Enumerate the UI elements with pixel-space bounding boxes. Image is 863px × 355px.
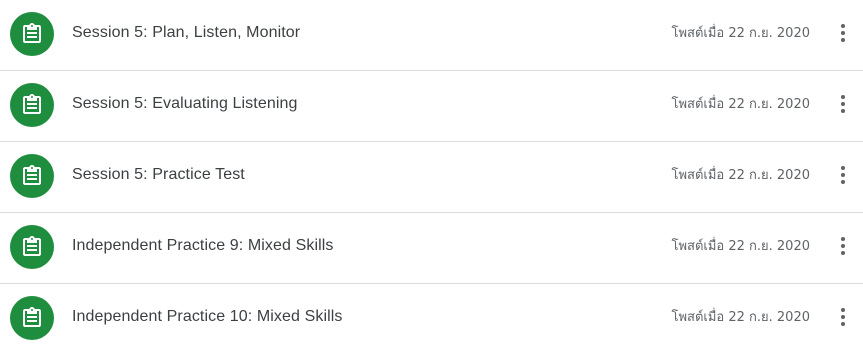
list-item[interactable]: Session 5: Evaluating Listening โพสต์เมื… <box>0 71 863 142</box>
item-title: Independent Practice 9: Mixed Skills <box>72 237 334 254</box>
item-title: Session 5: Plan, Listen, Monitor <box>72 24 301 41</box>
more-options-button[interactable] <box>831 21 855 45</box>
more-vert-icon <box>841 237 845 255</box>
more-options-button[interactable] <box>831 163 855 187</box>
assignment-icon <box>10 154 54 198</box>
item-date: โพสต์เมื่อ 22 ก.ย. 2020 <box>671 97 810 112</box>
list-item[interactable]: Independent Practice 10: Mixed Skills โพ… <box>0 284 863 355</box>
item-title: Session 5: Evaluating Listening <box>72 95 298 112</box>
list-item[interactable]: Independent Practice 9: Mixed Skills โพส… <box>0 213 863 284</box>
more-vert-icon <box>841 95 845 113</box>
more-options-button[interactable] <box>831 234 855 258</box>
assignment-icon <box>10 225 54 269</box>
list-item[interactable]: Session 5: Practice Test โพสต์เมื่อ 22 ก… <box>0 142 863 213</box>
more-options-button[interactable] <box>831 92 855 116</box>
item-date: โพสต์เมื่อ 22 ก.ย. 2020 <box>671 168 810 183</box>
assignment-icon <box>10 83 54 127</box>
more-options-button[interactable] <box>831 305 855 329</box>
list-item[interactable]: Session 5: Plan, Listen, Monitor โพสต์เม… <box>0 0 863 71</box>
item-date: โพสต์เมื่อ 22 ก.ย. 2020 <box>671 239 810 254</box>
more-vert-icon <box>841 308 845 326</box>
more-vert-icon <box>841 24 845 42</box>
item-title: Session 5: Practice Test <box>72 166 245 183</box>
item-title: Independent Practice 10: Mixed Skills <box>72 308 343 325</box>
item-date: โพสต์เมื่อ 22 ก.ย. 2020 <box>671 310 810 325</box>
classwork-list: Session 5: Plan, Listen, Monitor โพสต์เม… <box>0 0 863 355</box>
more-vert-icon <box>841 166 845 184</box>
assignment-icon <box>10 12 54 56</box>
item-date: โพสต์เมื่อ 22 ก.ย. 2020 <box>671 26 810 41</box>
assignment-icon <box>10 296 54 340</box>
